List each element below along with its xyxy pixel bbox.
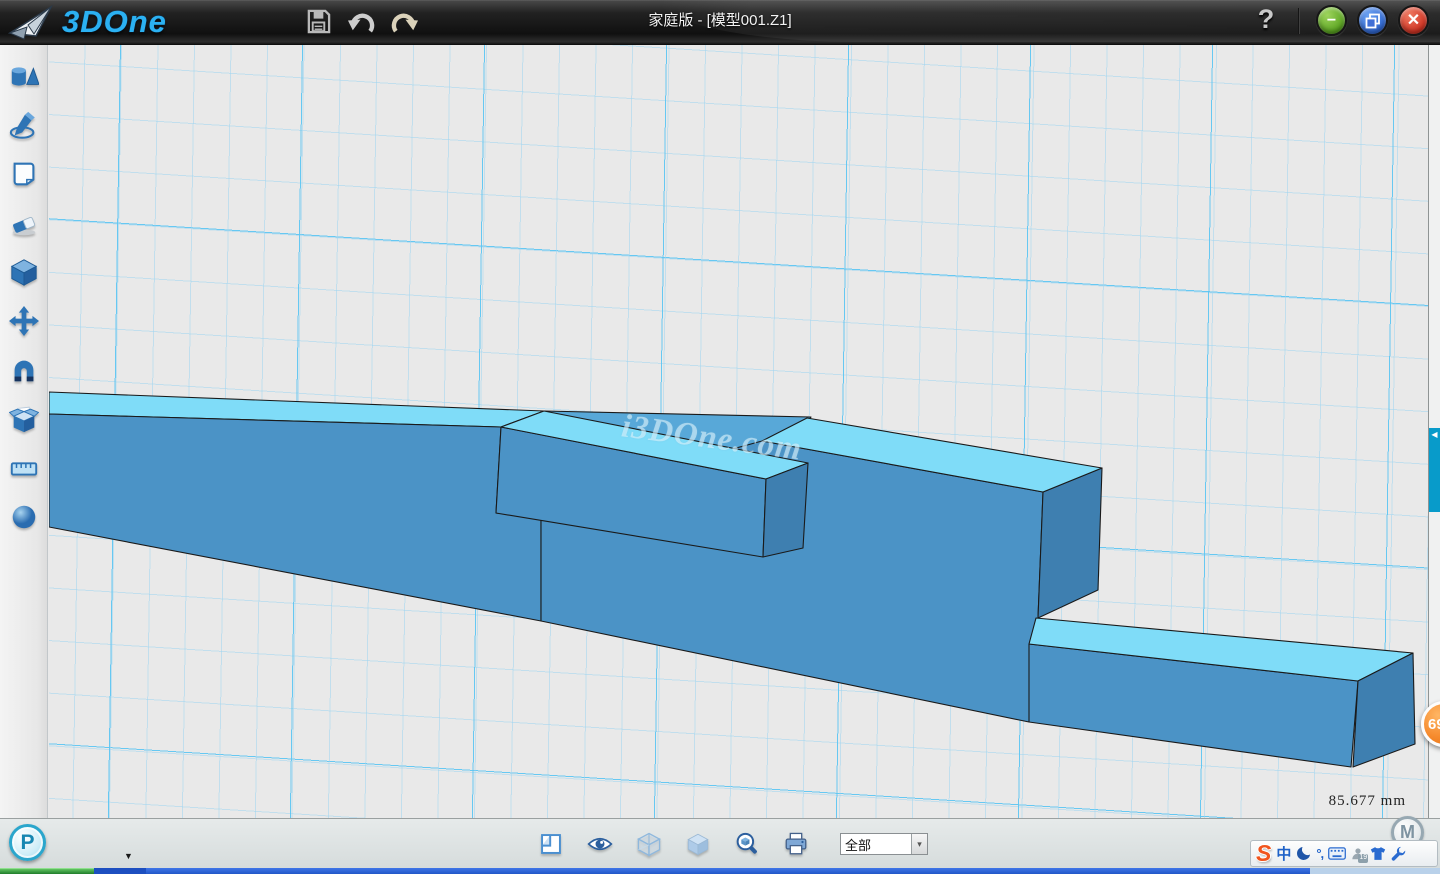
close-button[interactable]: ✕ xyxy=(1398,5,1429,36)
maximize-button[interactable] xyxy=(1357,5,1388,36)
sidebar-item-eraser[interactable] xyxy=(9,208,39,238)
sidebar-item-solid-features[interactable] xyxy=(9,257,39,287)
input-method-tray: S 中 °, 19 xyxy=(1250,840,1438,867)
window-title: 家庭版 - [模型001.Z1] xyxy=(0,0,1440,42)
sidebar-item-sketch[interactable] xyxy=(9,110,39,140)
combo-selected-value: 全部 xyxy=(841,835,911,854)
restore-icon xyxy=(1365,13,1381,29)
caret-down-icon: ▼ xyxy=(124,851,133,861)
p-plugin-badge[interactable]: P xyxy=(9,824,46,861)
moon-icon[interactable] xyxy=(1296,846,1311,861)
sidebar-item-move[interactable] xyxy=(9,306,39,336)
combo-arrow-icon: ▾ xyxy=(911,834,927,854)
wireframe-display-button[interactable] xyxy=(636,831,662,857)
app-logo: 3DOne xyxy=(8,3,167,41)
sidebar-item-special-effects[interactable] xyxy=(9,404,39,434)
minimize-button[interactable]: − xyxy=(1316,5,1347,36)
print-button[interactable] xyxy=(783,831,809,857)
chinese-mode-icon[interactable]: 中 xyxy=(1276,843,1291,864)
model-face-hull-left-side xyxy=(49,414,541,621)
sidebar-item-magnet[interactable] xyxy=(9,355,39,385)
sogou-logo-icon[interactable]: S xyxy=(1256,842,1271,865)
visibility-button[interactable] xyxy=(587,831,613,857)
punctuation-icon[interactable]: °, xyxy=(1316,846,1323,861)
person-icon[interactable]: 19 xyxy=(1351,847,1365,861)
scale-indicator: 85.677 mm xyxy=(1329,793,1406,810)
titlebar-divider xyxy=(1298,8,1300,34)
help-icon: ? xyxy=(1258,4,1275,34)
taskbar-tray-segment xyxy=(1310,868,1440,874)
wrench-icon[interactable] xyxy=(1391,846,1406,861)
chevron-left-icon: ◀ xyxy=(1431,430,1437,439)
tool-sidebar xyxy=(0,45,48,818)
shaded-display-button[interactable] xyxy=(685,831,711,857)
view-plane-button[interactable] xyxy=(538,831,564,857)
statusbar-dropdown-caret[interactable]: ▼ xyxy=(124,851,133,861)
save-button[interactable] xyxy=(303,6,333,36)
keyboard-icon[interactable] xyxy=(1328,847,1346,860)
viewport-canvas[interactable]: i3DOne.com 85.677 mm xyxy=(49,45,1428,818)
close-icon: ✕ xyxy=(1407,13,1420,29)
panel-expand-tab[interactable]: ◀ xyxy=(1429,428,1440,512)
undo-button[interactable] xyxy=(346,6,376,36)
taskbar-start-segment[interactable] xyxy=(0,868,94,874)
help-button[interactable]: ? xyxy=(1250,4,1282,38)
sidebar-item-material[interactable] xyxy=(9,502,39,532)
taskbar-main-segment xyxy=(146,868,1310,874)
model-face-cabin-end xyxy=(763,463,808,557)
person-badge-count: 19 xyxy=(1358,854,1368,862)
paper-plane-icon xyxy=(8,3,54,41)
status-bar: P ▼ xyxy=(0,818,1440,868)
taskbar-quicklaunch-segment xyxy=(94,868,146,874)
sidebar-item-measure[interactable] xyxy=(9,453,39,483)
logo-text: 3DOne xyxy=(62,4,167,40)
sidebar-item-sketch-plane[interactable] xyxy=(9,159,39,189)
save-icon xyxy=(305,8,332,35)
model-viewport[interactable] xyxy=(49,45,1428,818)
undo-icon xyxy=(347,7,376,36)
redo-icon xyxy=(390,7,419,36)
title-bar: 3DOne 家庭版 - [模型001.Z1] ? xyxy=(0,0,1440,45)
zoom-button[interactable] xyxy=(734,831,760,857)
redo-button[interactable] xyxy=(389,6,419,36)
os-taskbar-sliver xyxy=(0,868,1440,874)
p-badge-label: P xyxy=(20,831,34,855)
sidebar-item-primitives[interactable] xyxy=(9,61,39,91)
display-filter-combo[interactable]: 全部 ▾ xyxy=(840,833,928,855)
notification-count: 69 xyxy=(1428,716,1440,733)
skin-tshirt-icon[interactable] xyxy=(1370,846,1386,861)
minimize-icon: − xyxy=(1327,13,1336,29)
